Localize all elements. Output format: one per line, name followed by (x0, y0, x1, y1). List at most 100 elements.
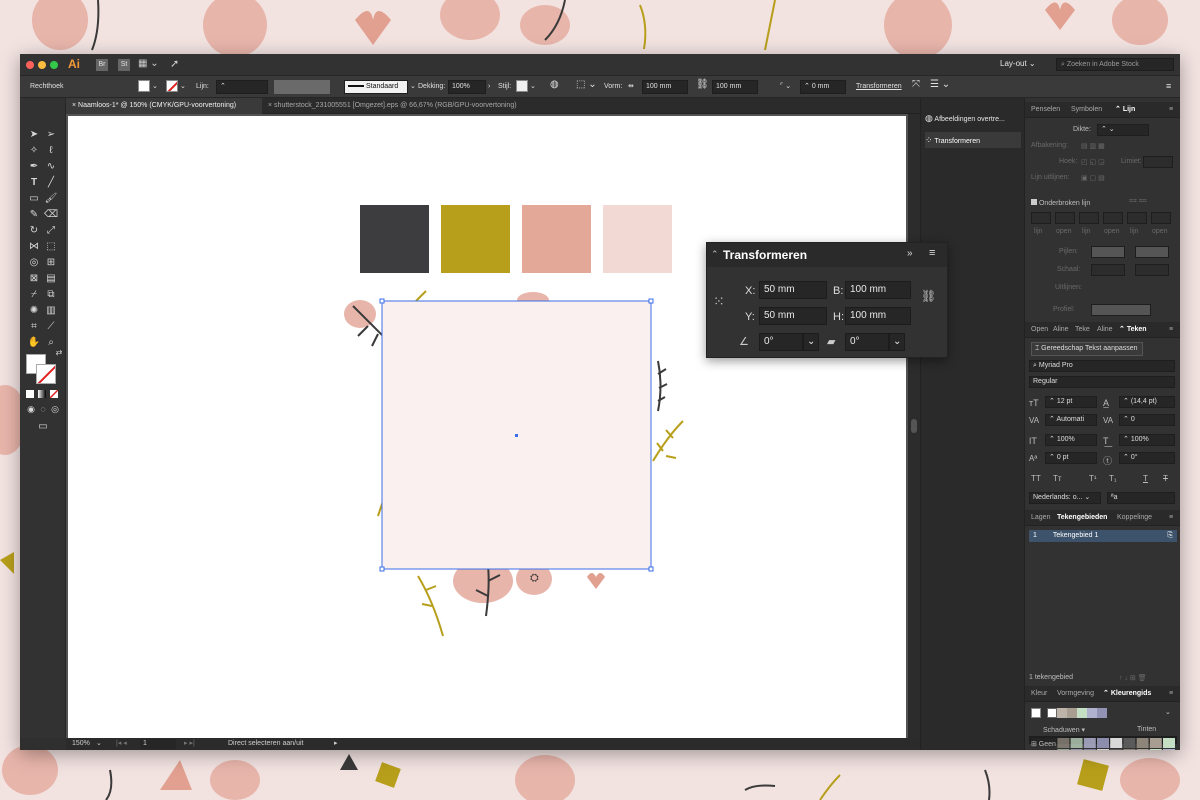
shape-height-field[interactable]: 100 mm (712, 80, 758, 94)
gap-input[interactable] (1151, 212, 1171, 224)
canvas-area[interactable]: ⛭ (66, 114, 920, 740)
language-select[interactable]: Nederlands: o... ⌄ (1029, 492, 1101, 504)
height-input[interactable]: 100 mm (845, 307, 911, 325)
zoom-dropdown-icon[interactable]: ⌄ (96, 738, 102, 750)
dash-input[interactable] (1031, 212, 1051, 224)
tab-paragraph-styles[interactable]: Aline (1097, 322, 1113, 338)
zoom-level-field[interactable]: 150% (72, 738, 90, 750)
dock-item-image-trace[interactable]: ◍ Afbeeldingen overtre... (925, 110, 1021, 126)
collapse-icon[interactable]: ⌃ (711, 249, 719, 260)
start-scale-input[interactable] (1091, 264, 1125, 276)
artboard-nav-next-icon[interactable]: ▸ ▸| (184, 738, 195, 750)
artboard-nav-prev-icon[interactable]: |◂ ◂ (116, 738, 127, 750)
symbol-sprayer-tool-icon[interactable]: ✺ (27, 304, 41, 318)
artboard[interactable]: ⛭ (68, 116, 906, 740)
graphic-style-swatch[interactable] (516, 80, 528, 92)
send-icon[interactable]: ➚ (170, 57, 179, 70)
document-tab-active[interactable]: × Naamloos-1* @ 150% (CMYK/GPU-voorverto… (66, 98, 262, 114)
gap-input[interactable] (1055, 212, 1075, 224)
magic-wand-tool-icon[interactable]: ✧ (27, 144, 41, 158)
zoom-window-button[interactable] (50, 61, 58, 69)
color-mode-icon[interactable] (26, 390, 34, 398)
stroke-weight-field[interactable]: ⌃ (216, 80, 268, 94)
width-tool-icon[interactable]: ⋈ (27, 240, 41, 254)
paintbrush-tool-icon[interactable]: 🖌 (44, 192, 58, 206)
dashed-line-checkbox[interactable]: Onderbroken lijn (1031, 199, 1090, 207)
limit-input[interactable] (1143, 156, 1173, 168)
workspace-switcher[interactable]: Lay-out ⌄ (1000, 59, 1036, 68)
scrollbar-thumb[interactable] (911, 419, 917, 433)
base-color-swatch[interactable] (1031, 708, 1041, 718)
dash-input[interactable] (1079, 212, 1099, 224)
recolor-icon[interactable]: ◍ (550, 79, 559, 91)
fill-dropdown-icon[interactable]: ⌄ (152, 81, 158, 93)
arrange-documents-icon[interactable]: ▦ ⌄ (138, 58, 159, 69)
stroke-profile-dropdown[interactable]: Standaard (344, 80, 408, 94)
stroke-color-swatch[interactable] (166, 80, 178, 92)
tab-artboards[interactable]: Tekengebieden (1057, 510, 1107, 526)
bridge-button[interactable]: Br (96, 59, 108, 71)
artboard-actions-icon[interactable]: ↑ ↓ ⊞ 🗑 (1119, 674, 1147, 682)
more-options-icon[interactable]: ☰ ⌄ (930, 79, 950, 91)
panel-menu-icon[interactable]: ≡ (1169, 686, 1173, 702)
shear-input[interactable]: 0° (845, 333, 889, 351)
none-mode-icon[interactable] (50, 390, 58, 398)
shape-builder-tool-icon[interactable]: ◎ (27, 256, 41, 270)
close-window-button[interactable] (26, 61, 34, 69)
lasso-tool-icon[interactable]: ℓ (44, 144, 58, 158)
tab-stroke[interactable]: ⌃ Lijn (1115, 102, 1135, 118)
all-caps-button[interactable]: TT (1031, 474, 1041, 483)
isolate-icon[interactable]: ⤧ (912, 79, 920, 91)
screen-mode-icon[interactable]: ▭ (36, 420, 50, 434)
dash-input[interactable] (1127, 212, 1147, 224)
adobe-stock-search[interactable]: ⌕ Zoeken in Adobe Stock (1056, 58, 1174, 71)
curvature-tool-icon[interactable]: ∿ (44, 160, 58, 174)
stroke-indicator[interactable] (36, 364, 56, 384)
start-arrowhead-select[interactable] (1091, 246, 1125, 258)
reference-point-icon[interactable]: ⁙ (713, 293, 725, 310)
y-input[interactable]: 50 mm (759, 307, 827, 325)
stock-button[interactable]: St (118, 59, 130, 71)
gap-input[interactable] (1103, 212, 1123, 224)
vertical-scrollbar[interactable] (908, 114, 920, 738)
stroke-profile-arrow-icon[interactable]: ⌄ (410, 81, 416, 93)
baseline-shift-input[interactable]: ⌃ 0 pt (1045, 452, 1097, 464)
graph-tool-icon[interactable]: ▥ (44, 304, 58, 318)
close-tab-icon[interactable]: × (268, 102, 272, 109)
tab-symbols[interactable]: Symbolen (1071, 102, 1102, 118)
shape-width-field[interactable]: 100 mm (642, 80, 688, 94)
horizontal-scale-input[interactable]: ⌃ 100% (1119, 434, 1175, 446)
opacity-arrow-icon[interactable]: › (488, 81, 490, 93)
hand-tool-icon[interactable]: ✋ (27, 336, 41, 350)
artboard-options-icon[interactable]: ⎘ (1167, 530, 1173, 542)
font-family-select[interactable]: ⌕ Myriad Pro (1029, 360, 1175, 372)
document-tab-inactive[interactable]: × shutterstock_231005551 [Omgezet].eps @… (262, 98, 562, 114)
width-input[interactable]: 100 mm (845, 281, 911, 299)
slice-tool-icon[interactable]: ⟋ (44, 320, 58, 334)
character-rotation-input[interactable]: ⌃ 0° (1119, 452, 1175, 464)
control-panel-menu-icon[interactable]: ≡ (1166, 80, 1171, 92)
width-profile-select[interactable] (1091, 304, 1151, 316)
transform-link[interactable]: Transformeren (856, 81, 902, 93)
free-transform-tool-icon[interactable]: ⬚ (44, 240, 58, 254)
corner-type-icon[interactable]: ⌜ ⌄ (780, 81, 791, 93)
minimize-window-button[interactable] (38, 61, 46, 69)
fill-color-swatch[interactable] (138, 80, 150, 92)
font-size-input[interactable]: ⌃ 12 pt (1045, 396, 1097, 408)
blend-tool-icon[interactable]: ⧉ (44, 288, 58, 302)
tracking-input[interactable]: ⌃ 0 (1119, 414, 1175, 426)
gradient-mode-icon[interactable] (38, 390, 46, 398)
type-tool-icon[interactable]: T (27, 176, 41, 190)
transform-panel-header[interactable]: ⌃ Transformeren » ≡ (707, 243, 947, 267)
kerning-input[interactable]: ⌃ Automati (1045, 414, 1097, 426)
draw-inside-icon[interactable]: ◎ (48, 402, 62, 416)
tab-character-styles[interactable]: Teke (1075, 322, 1090, 338)
swap-fill-stroke-icon[interactable]: ⇄ (52, 346, 66, 360)
expand-panel-icon[interactable]: » (907, 248, 913, 259)
scale-tool-icon[interactable]: ⤢ (44, 224, 58, 238)
line-tool-icon[interactable]: ╱ (44, 176, 58, 190)
stroke-dropdown-icon[interactable]: ⌄ (180, 81, 186, 93)
close-tab-icon[interactable]: × (72, 102, 76, 109)
panel-menu-icon[interactable]: ≡ (1169, 510, 1173, 526)
artboard-row[interactable]: 1 Tekengebied 1 ⎘ (1029, 530, 1177, 542)
